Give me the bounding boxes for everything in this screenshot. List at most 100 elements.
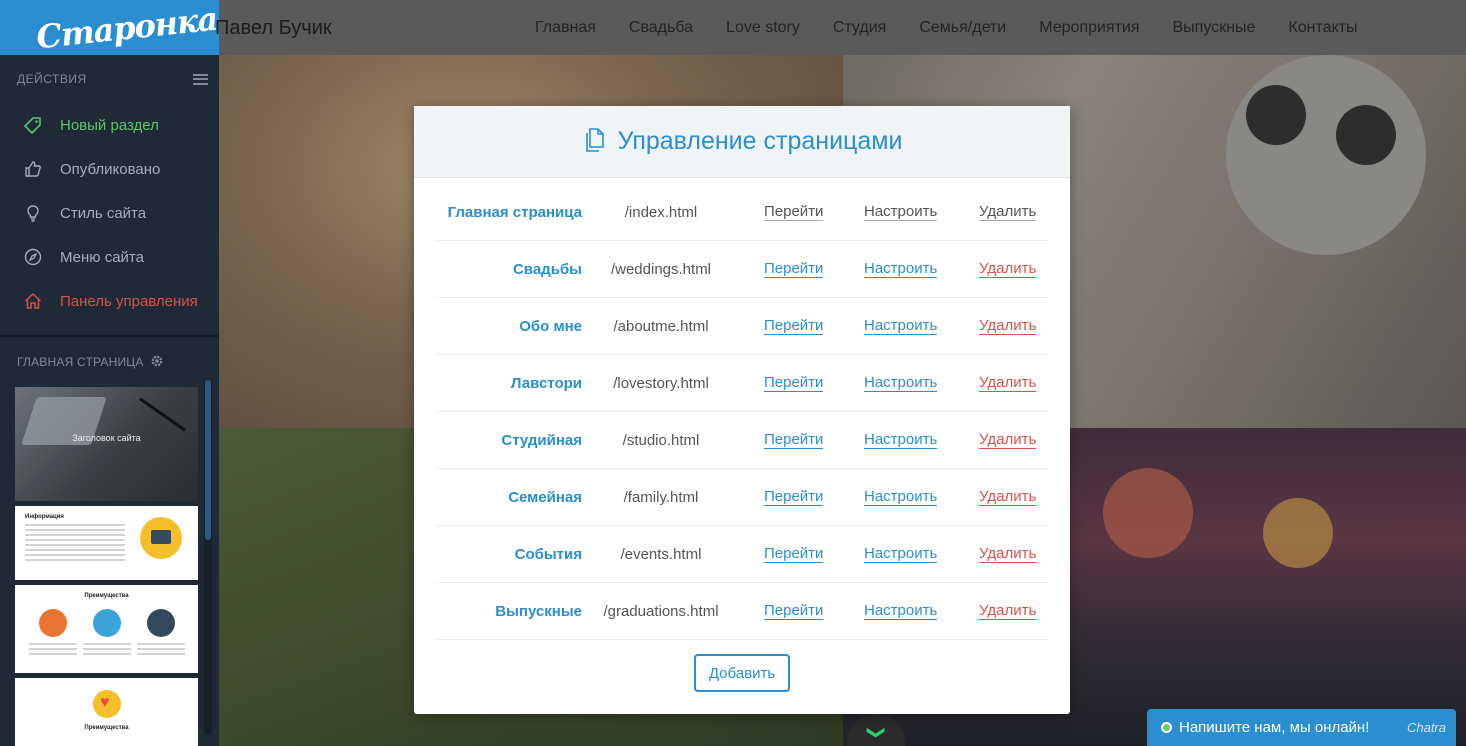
section-thumbnails: Заголовок сайта Информация Преимущества … [15,387,199,746]
go-link[interactable]: Перейти [764,203,824,221]
nav-link-contacts[interactable]: Контакты [1288,19,1357,37]
page-path: /lovestory.html [613,374,709,392]
table-row: Выпускные /graduations.html Перейти Наст… [436,583,1048,640]
thumbnail-title: Преимущества [84,593,129,599]
home-icon [24,292,42,310]
add-page-button[interactable]: Добавить [694,654,790,692]
lightbulb-icon [24,204,42,222]
configure-link[interactable]: Настроить [864,602,938,620]
rocket-icon [147,609,175,637]
nav-link-wedding[interactable]: Свадьба [629,19,693,37]
delete-link[interactable]: Удалить [979,431,1037,449]
sidebar-item-label: Стиль сайта [60,204,147,222]
thumbs-up-icon [24,160,42,178]
chat-brand: Chatra [1406,720,1446,735]
actions-heading: ДЕЙСТВИЯ [0,55,219,103]
table-row: Обо мне /aboutme.html Перейти Настроить … [436,298,1048,355]
delete-link[interactable]: Удалить [979,317,1037,335]
configure-link[interactable]: Настроить [864,431,938,449]
sidebar-item-label: Панель управления [60,292,198,310]
clock-icon [39,609,67,637]
dialog-title: Управление страницами [617,127,903,155]
thumbnail-title: Заголовок сайта [72,433,141,443]
chat-widget[interactable]: Напишите нам, мы онлайн! Chatra [1147,709,1456,746]
go-link[interactable]: Перейти [764,317,824,335]
nav-link-graduations[interactable]: Выпускные [1173,19,1256,37]
delete-link[interactable]: Удалить [979,602,1037,620]
go-link[interactable]: Перейти [764,602,824,620]
site-header: Павел Бучик Главная Свадьба Love story С… [215,0,1466,55]
page-heading: ГЛАВНАЯ СТРАНИЦА [0,337,219,387]
list-toggle-icon[interactable] [193,73,208,85]
site-title[interactable]: Павел Бучик [215,17,332,40]
configure-link[interactable]: Настроить [864,260,938,278]
sidebar-item-label: Меню сайта [60,248,144,266]
page-name: Выпускные [495,602,582,620]
delete-link[interactable]: Удалить [979,488,1037,506]
section-thumbnail-info[interactable]: Информация [15,506,198,580]
go-link[interactable]: Перейти [764,488,824,506]
sidebar-item-control-panel[interactable]: Панель управления [0,279,219,323]
page-name: Обо мне [519,317,582,335]
nav-link-love-story[interactable]: Love story [726,19,800,37]
go-link[interactable]: Перейти [764,545,824,563]
configure-link[interactable]: Настроить [864,488,938,506]
configure-link[interactable]: Настроить [864,317,938,335]
actions-heading-label: ДЕЙСТВИЯ [17,72,87,86]
page-path: /index.html [624,203,698,221]
page-path: /events.html [620,545,702,563]
page-heading-label: ГЛАВНАЯ СТРАНИЦА [17,355,144,369]
gear-icon[interactable] [150,354,164,371]
nav-link-home[interactable]: Главная [535,19,596,37]
sidebar-item-site-menu[interactable]: Меню сайта [0,235,219,279]
page-path: /family.html [623,488,699,506]
delete-link[interactable]: Удалить [979,374,1037,392]
configure-link[interactable]: Настроить [864,374,938,392]
section-thumbnail-advantages[interactable]: Преимущества [15,585,198,673]
nav-link-family[interactable]: Семья/дети [919,19,1006,37]
table-row: Свадьбы /weddings.html Перейти Настроить… [436,241,1048,298]
monitor-icon [140,517,182,559]
page-name: Студийная [501,431,582,449]
heart-icon [93,690,121,718]
sidebar-item-label: Опубликовано [60,160,161,178]
chevron-down-icon: ❯ [867,724,888,741]
site-nav: Главная Свадьба Love story Студия Семья/… [535,0,1391,55]
nav-link-studio[interactable]: Студия [833,19,886,37]
thumbnail-title: Информация [25,514,64,520]
section-thumbnail-advantages-2[interactable]: Преимущества [15,678,198,746]
sidebar-item-new-section[interactable]: Новый раздел [0,103,219,147]
sidebar-item-site-style[interactable]: Стиль сайта [0,191,219,235]
pages-table: Главная страница /index.html Перейти Нас… [436,184,1048,640]
tag-plus-icon [24,116,42,134]
thumbnails-scrollbar[interactable] [204,380,212,735]
section-thumbnail-header[interactable]: Заголовок сайта [15,387,198,501]
logo[interactable]: Старонка [0,0,219,56]
configure-link[interactable]: Настроить [864,203,938,221]
page-name: События [514,545,582,563]
page-name: Лавстори [510,374,582,392]
sidebar-item-label: Новый раздел [60,116,159,134]
go-link[interactable]: Перейти [764,260,824,278]
pages-icon [582,125,610,158]
table-row: Главная страница /index.html Перейти Нас… [436,184,1048,241]
delete-link[interactable]: Удалить [979,260,1037,278]
nav-link-events[interactable]: Мероприятия [1039,19,1139,37]
online-status-icon [1161,722,1172,733]
table-row: Лавстори /lovestory.html Перейти Настрои… [436,355,1048,412]
sidebar: Старонка ДЕЙСТВИЯ Новый раздел Опубликов… [0,0,219,746]
page-name: Свадьбы [512,260,582,278]
thumbnail-title: Преимущества [84,725,129,731]
go-link[interactable]: Перейти [764,431,824,449]
delete-link[interactable]: Удалить [979,545,1037,563]
delete-link[interactable]: Удалить [979,203,1037,221]
table-row: Семейная /family.html Перейти Настроить … [436,469,1048,526]
page-path: /graduations.html [603,602,719,620]
sidebar-item-published[interactable]: Опубликовано [0,147,219,191]
configure-link[interactable]: Настроить [864,545,938,563]
go-link[interactable]: Перейти [764,374,824,392]
dialog-header: Управление страницами [414,106,1070,178]
page-name: Главная страница [447,203,582,221]
compass-icon [24,248,42,266]
wand-icon [93,609,121,637]
